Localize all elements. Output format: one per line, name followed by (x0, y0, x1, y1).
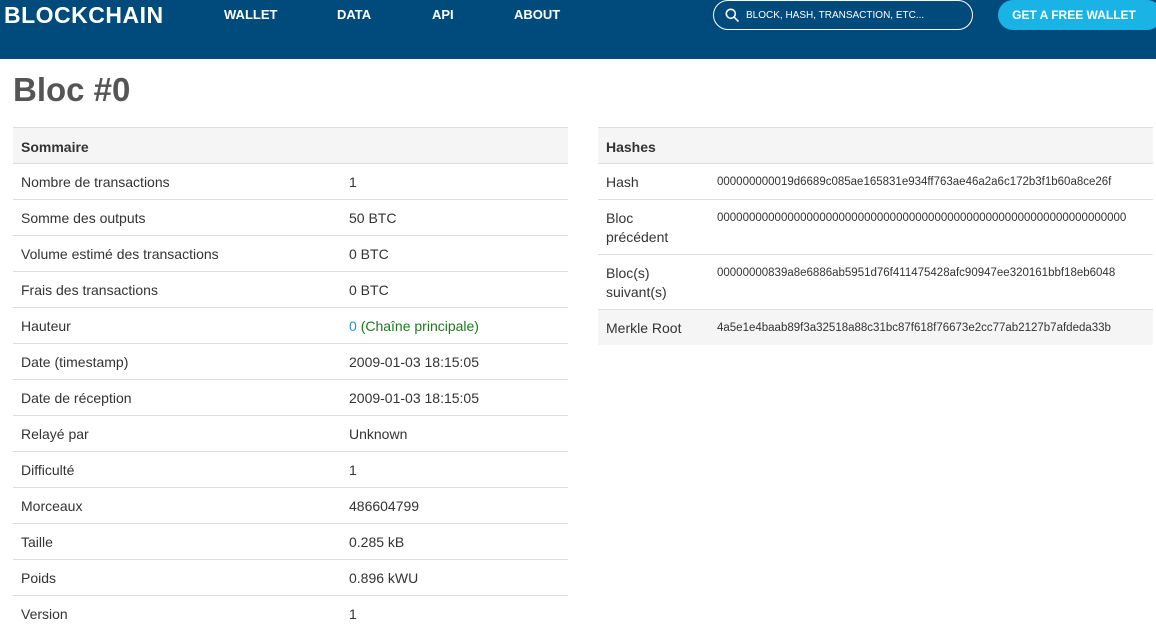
hashes-table: Hashes Hash 000000000019d6689c085ae16583… (598, 127, 1153, 345)
table-row: Bloc précédent 0000000000000000000000000… (598, 199, 1153, 254)
row-label: Merkle Root (606, 320, 682, 336)
nav-api[interactable]: API (432, 7, 454, 23)
nav-data[interactable]: DATA (337, 7, 371, 23)
nav-wallet[interactable]: WALLET (224, 7, 277, 23)
row-label-line1: Bloc(s) (606, 265, 650, 281)
height-link[interactable]: 0 (349, 318, 357, 334)
table-row: Date (timestamp) 2009-01-03 18:15:05 (13, 343, 568, 379)
table-row: Hash 000000000019d6689c085ae165831e934ff… (598, 163, 1153, 199)
row-label-line2: précédent (606, 229, 669, 245)
row-label: Hash (606, 174, 639, 190)
row-label: Relayé par (21, 426, 89, 442)
get-free-wallet-button[interactable]: GET A FREE WALLET (998, 0, 1156, 30)
row-value: 50 BTC (349, 210, 397, 226)
summary-table: Sommaire Nombre de transactions 1 Somme … (13, 127, 568, 631)
site-logo[interactable]: BLOCKCHAIN (4, 2, 164, 28)
search-input[interactable] (746, 7, 966, 24)
table-row: Merkle Root 4a5e1e4baab89f3a32518a88c31b… (598, 309, 1153, 345)
row-label: Frais des transactions (21, 282, 158, 298)
row-label: Difficulté (21, 462, 75, 478)
search-icon (725, 8, 739, 22)
nav-about[interactable]: ABOUT (514, 7, 560, 23)
block-hash-link[interactable]: 000000000019d6689c085ae165831e934ff763ae… (717, 173, 1111, 192)
search-box[interactable] (713, 0, 973, 30)
top-navigation-bar: BLOCKCHAIN WALLET DATA API ABOUT GET A F… (0, 0, 1156, 59)
summary-header-row: Sommaire (13, 127, 568, 163)
row-value: 1 (349, 606, 357, 622)
hashes-heading: Hashes (606, 139, 656, 155)
table-row: Difficulté 1 (13, 451, 568, 487)
row-label: Poids (21, 570, 57, 586)
row-value: 0 BTC (349, 246, 389, 262)
row-label: Date (timestamp) (21, 354, 129, 370)
row-value: 0 (Chaîne principale) (349, 317, 479, 336)
table-row: Somme des outputs 50 BTC (13, 199, 568, 235)
next-block-link[interactable]: 00000000839a8e6886ab5951d76f411475428afc… (717, 264, 1115, 283)
table-row: Version 1 (13, 595, 568, 631)
row-label: Taille (21, 534, 53, 550)
row-value: 0 BTC (349, 282, 389, 298)
table-row: Date de réception 2009-01-03 18:15:05 (13, 379, 568, 415)
row-label: Nombre de transactions (21, 174, 170, 190)
row-label: Volume estimé des transactions (21, 246, 219, 262)
row-label-line1: Bloc (606, 210, 634, 226)
table-row: Volume estimé des transactions 0 BTC (13, 235, 568, 271)
row-value: 1 (349, 174, 357, 190)
hashes-header-row: Hashes (598, 127, 1153, 163)
table-row: Nombre de transactions 1 (13, 163, 568, 199)
row-label: Hauteur (21, 318, 71, 334)
row-value: 0.896 kWU (349, 570, 419, 586)
table-row: Bloc(s) suivant(s) 00000000839a8e6886ab5… (598, 254, 1153, 309)
merkle-root-value: 4a5e1e4baab89f3a32518a88c31bc87f618f7667… (717, 322, 1111, 334)
row-value: 2009-01-03 18:15:05 (349, 354, 479, 370)
table-row: Frais des transactions 0 BTC (13, 271, 568, 307)
page-title: Bloc #0 (13, 71, 131, 108)
row-label: Somme des outputs (21, 210, 146, 226)
row-label: Version (21, 606, 68, 622)
table-row: Hauteur 0 (Chaîne principale) (13, 307, 568, 343)
row-label: Date de réception (21, 390, 132, 406)
table-row: Taille 0.285 kB (13, 523, 568, 559)
row-value: 486604799 (349, 498, 420, 514)
summary-heading: Sommaire (21, 139, 89, 155)
table-row: Morceaux 486604799 (13, 487, 568, 523)
main-chain-note: (Chaîne principale) (360, 318, 479, 334)
table-row: Poids 0.896 kWU (13, 559, 568, 595)
row-label-line2: suivant(s) (606, 284, 667, 300)
row-label: Morceaux (21, 498, 83, 514)
row-value: 2009-01-03 18:15:05 (349, 390, 479, 406)
relayed-by-link[interactable]: Unknown (349, 425, 407, 444)
row-value: 1 (349, 462, 357, 478)
previous-block-link[interactable]: 0000000000000000000000000000000000000000… (717, 209, 1126, 228)
table-row: Relayé par Unknown (13, 415, 568, 451)
row-value: 0.285 kB (349, 534, 405, 550)
